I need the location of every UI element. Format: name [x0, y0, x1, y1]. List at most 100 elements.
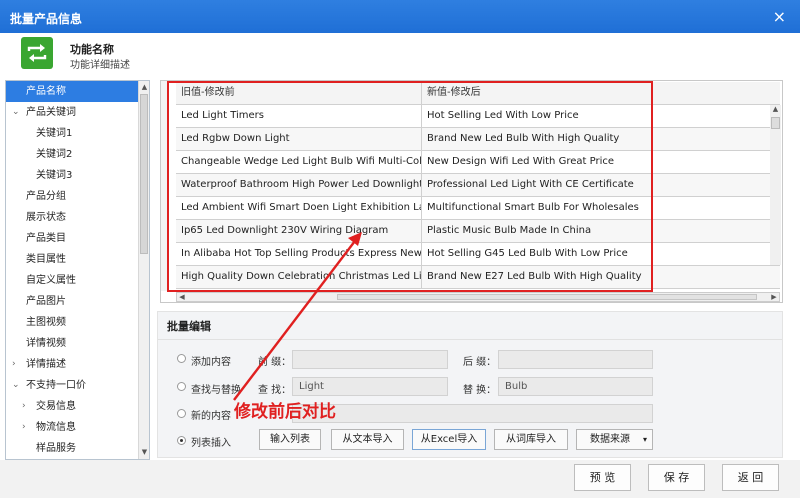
batch-edit-title: 批量编辑 — [167, 320, 211, 333]
import-from-excel-button[interactable]: 从Excel导入 — [412, 429, 486, 450]
extra-cell — [652, 220, 780, 242]
chevron-down-icon[interactable]: ⌄ — [12, 375, 20, 396]
old-value-cell[interactable]: Waterproof Bathroom High Power Led Downl… — [176, 174, 422, 196]
column-header-extra — [652, 82, 780, 104]
preview-button[interactable]: 预 览 — [574, 464, 631, 491]
sidebar-item-label: 交易信息 — [36, 401, 76, 412]
sidebar-item[interactable]: 关键词3 — [6, 165, 149, 186]
scroll-left-icon[interactable]: ◀ — [177, 292, 187, 302]
radio-find-replace[interactable] — [177, 382, 186, 391]
grid-table: 旧值-修改前 新值-修改后 Led Light Timers Hot Sellin… — [176, 82, 780, 289]
sidebar-item[interactable]: 类目属性 — [6, 249, 149, 270]
scroll-up-icon[interactable]: ▲ — [140, 83, 149, 92]
extra-cell — [652, 243, 780, 265]
grid-vertical-scrollbar[interactable]: ▲ — [770, 105, 781, 265]
import-from-lexicon-button[interactable]: 从词库导入 — [494, 429, 568, 450]
sidebar-item[interactable]: 样品服务 — [6, 438, 149, 459]
grid-header-row: 旧值-修改前 新值-修改后 — [176, 82, 780, 105]
back-button[interactable]: 返 回 — [722, 464, 779, 491]
sidebar-item[interactable]: › 详情描述 — [6, 354, 149, 375]
chevron-down-icon[interactable]: ⌄ — [12, 102, 20, 123]
grid-horizontal-scrollbar[interactable]: ◀ ▶ — [176, 292, 780, 302]
sidebar-item[interactable]: 展示状态 — [6, 207, 149, 228]
old-value-cell[interactable]: Led Rgbw Down Light — [176, 128, 422, 150]
new-value-cell[interactable]: New Design Wifi Led With Great Price — [422, 151, 652, 173]
new-value-cell[interactable]: Multifunctional Smart Bulb For Wholesale… — [422, 197, 652, 219]
old-value-cell[interactable]: High Quality Down Celebration Christmas … — [176, 266, 422, 288]
table-row[interactable]: Changeable Wedge Led Light Bulb Wifi Mul… — [176, 151, 780, 174]
save-button[interactable]: 保 存 — [648, 464, 705, 491]
sidebar-item[interactable]: ⌄ 产品关键词 — [6, 102, 149, 123]
sidebar-item[interactable]: › 交易信息 — [6, 396, 149, 417]
sidebar-item[interactable]: 主图视频 — [6, 312, 149, 333]
suffix-input[interactable] — [498, 350, 653, 369]
old-value-cell[interactable]: Ip65 Led Downlight 230V Wiring Diagram — [176, 220, 422, 242]
new-value-cell[interactable]: Plastic Music Bulb Made In China — [422, 220, 652, 242]
sidebar-item[interactable]: 产品图片 — [6, 291, 149, 312]
chevron-right-icon[interactable]: › — [12, 354, 16, 375]
close-icon[interactable]: × — [773, 7, 786, 26]
replace-label: 替 换： — [463, 385, 497, 396]
table-row[interactable]: In Alibaba Hot Top Selling Products Expr… — [176, 243, 780, 266]
sidebar-item[interactable]: 关键词2 — [6, 144, 149, 165]
old-value-cell[interactable]: Led Light Timers — [176, 105, 422, 127]
input-list-button[interactable]: 输入列表 — [259, 429, 321, 450]
table-row[interactable]: High Quality Down Celebration Christmas … — [176, 266, 780, 289]
data-source-dropdown[interactable]: 数据来源 ▾ — [576, 429, 653, 450]
sidebar-item-label: 自定义属性 — [26, 275, 76, 286]
chevron-right-icon[interactable]: › — [22, 396, 26, 417]
table-row[interactable]: Ip65 Led Downlight 230V Wiring Diagram Pl… — [176, 220, 780, 243]
replace-input[interactable]: Bulb — [498, 377, 653, 396]
row-header-strip — [161, 81, 168, 291]
sidebar-item[interactable]: 产品名称 — [6, 81, 149, 102]
sidebar-item[interactable]: 自定义属性 — [6, 270, 149, 291]
sidebar-item[interactable]: 关键词1 — [6, 123, 149, 144]
sidebar-item[interactable]: ⌄ 不支持一口价 — [6, 375, 149, 396]
table-row[interactable]: Led Rgbw Down Light Brand New Led Bulb Wi… — [176, 128, 780, 151]
new-value-cell[interactable]: Hot Selling G45 Led Bulb With Low Price — [422, 243, 652, 265]
add-content-label: 添加内容 — [191, 357, 231, 368]
new-value-cell[interactable]: Professional Led Light With CE Certifica… — [422, 174, 652, 196]
scroll-up-icon[interactable]: ▲ — [770, 105, 781, 116]
old-value-cell[interactable]: Led Ambient Wifi Smart Doen Light Exhibi… — [176, 197, 422, 219]
scroll-thumb[interactable] — [140, 94, 148, 254]
sidebar-item-label: 产品分组 — [26, 191, 66, 202]
find-input[interactable]: Light — [292, 377, 448, 396]
column-header-old[interactable]: 旧值-修改前 — [176, 82, 422, 104]
scroll-thumb[interactable] — [337, 294, 757, 300]
sidebar-item-label: 详情描述 — [26, 359, 66, 370]
feature-description: 功能详细描述 — [70, 60, 130, 71]
scroll-down-icon[interactable]: ▼ — [140, 448, 149, 457]
data-source-label: 数据来源 — [590, 434, 630, 445]
sidebar-item[interactable]: › 物流信息 — [6, 417, 149, 438]
column-header-new[interactable]: 新值-修改后 — [422, 82, 652, 104]
sidebar-scrollbar[interactable]: ▲ ▼ — [138, 81, 149, 459]
old-value-cell[interactable]: Changeable Wedge Led Light Bulb Wifi Mul… — [176, 151, 422, 173]
new-content-input[interactable] — [292, 404, 653, 423]
scroll-right-icon[interactable]: ▶ — [769, 292, 779, 302]
sidebar-item-label: 不支持一口价 — [26, 380, 86, 391]
sidebar-item[interactable]: 详情视频 — [6, 333, 149, 354]
sync-icon — [21, 37, 53, 69]
table-row[interactable]: Led Light Timers Hot Selling Led With Low… — [176, 105, 780, 128]
prefix-input[interactable] — [292, 350, 448, 369]
table-row[interactable]: Waterproof Bathroom High Power Led Downl… — [176, 174, 780, 197]
table-row[interactable]: Led Ambient Wifi Smart Doen Light Exhibi… — [176, 197, 780, 220]
radio-add-content[interactable] — [177, 354, 186, 363]
sidebar-item[interactable]: 产品分组 — [6, 186, 149, 207]
radio-list-insert[interactable] — [177, 436, 186, 445]
batch-edit-panel: 批量编辑 添加内容 前 缀： 后 缀： 查找与替换 查 找： Light 替 换… — [157, 311, 783, 458]
sidebar-item-label: 类目属性 — [26, 254, 66, 265]
sidebar-item[interactable]: 产品类目 — [6, 228, 149, 249]
radio-new-content[interactable] — [177, 409, 186, 418]
sidebar-item-label: 产品类目 — [26, 233, 66, 244]
comparison-grid: 旧值-修改前 新值-修改后 Led Light Timers Hot Sellin… — [160, 80, 783, 303]
new-value-cell[interactable]: Brand New Led Bulb With High Quality — [422, 128, 652, 150]
old-value-cell[interactable]: In Alibaba Hot Top Selling Products Expr… — [176, 243, 422, 265]
scroll-thumb[interactable] — [771, 117, 780, 129]
chevron-right-icon[interactable]: › — [22, 417, 26, 438]
new-value-cell[interactable]: Hot Selling Led With Low Price — [422, 105, 652, 127]
import-from-text-button[interactable]: 从文本导入 — [331, 429, 404, 450]
new-value-cell[interactable]: Brand New E27 Led Bulb With High Quality — [422, 266, 652, 288]
find-label: 查 找： — [258, 385, 292, 396]
